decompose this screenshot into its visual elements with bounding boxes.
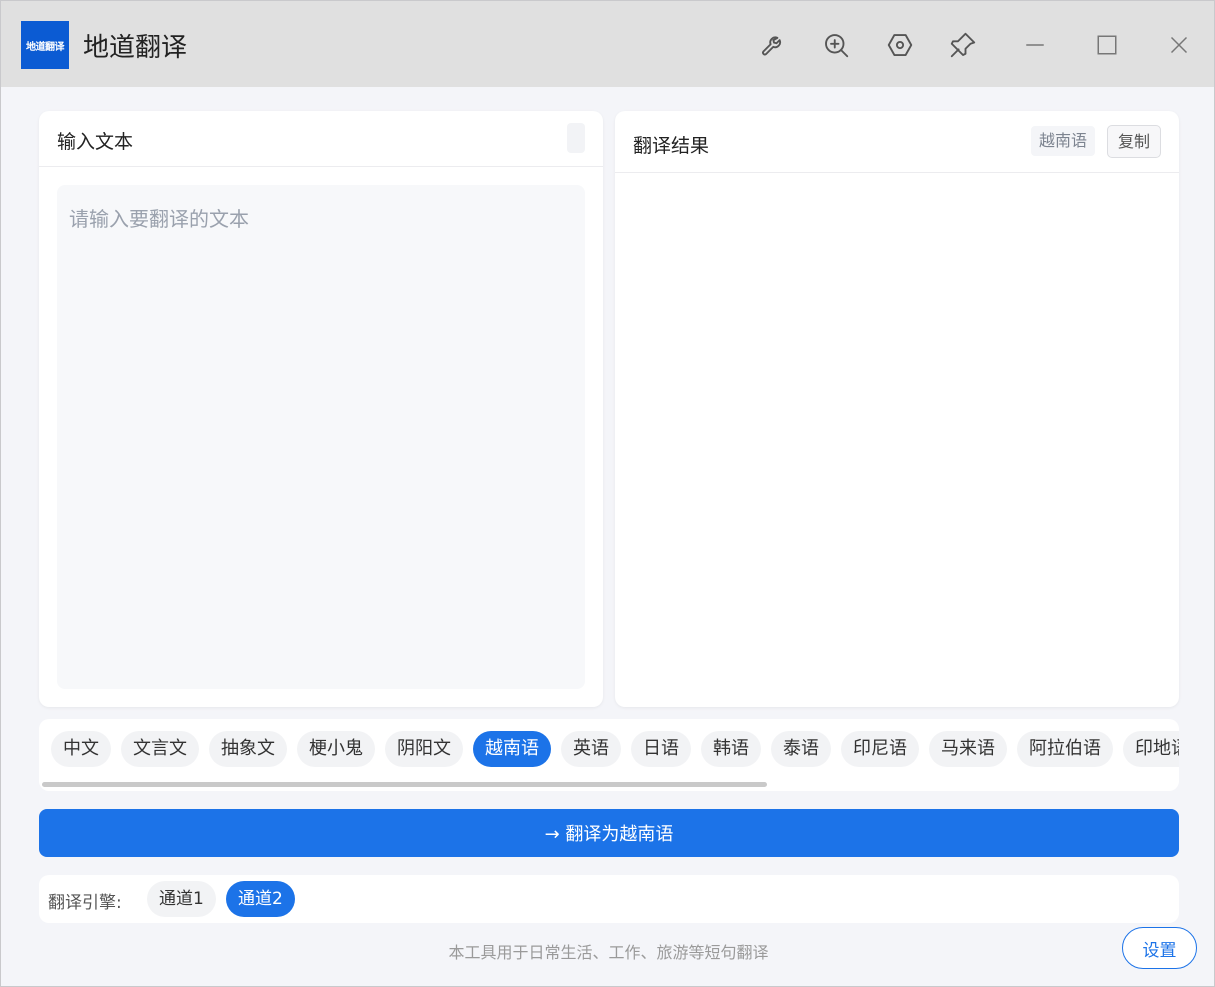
close-icon[interactable] (1161, 27, 1197, 63)
pin-icon[interactable] (945, 27, 981, 63)
language-chip[interactable]: 梗小鬼 (297, 731, 375, 767)
source-text-placeholder: 请输入要翻译的文本 (69, 207, 249, 231)
language-chip[interactable]: 日语 (631, 731, 691, 767)
language-chip[interactable]: 印尼语 (841, 731, 919, 767)
engine-option-1[interactable]: 通道1 (147, 881, 216, 917)
source-text-input[interactable]: 请输入要翻译的文本 (57, 185, 585, 689)
engine-label: 翻译引擎: (48, 893, 122, 913)
engine-option-2[interactable]: 通道2 (226, 881, 295, 917)
title-bar[interactable]: 地道翻译 地道翻译 (1, 1, 1214, 87)
language-selector: 中文文言文抽象文梗小鬼阴阳文越南语英语日语韩语泰语印尼语马来语阿拉伯语印地语 (39, 719, 1179, 791)
language-chip[interactable]: 印地语 (1123, 731, 1179, 767)
copy-button[interactable]: 复制 (1106, 125, 1161, 158)
language-chip[interactable]: 韩语 (701, 731, 761, 767)
language-chip[interactable]: 阿拉伯语 (1017, 731, 1113, 767)
app-title: 地道翻译 (83, 33, 188, 63)
minimize-icon[interactable] (1017, 27, 1053, 63)
output-panel-title: 翻译结果 (633, 135, 710, 157)
input-clear-button[interactable] (567, 123, 585, 153)
language-chip-list: 中文文言文抽象文梗小鬼阴阳文越南语英语日语韩语泰语印尼语马来语阿拉伯语印地语 (51, 731, 1179, 767)
language-chip[interactable]: 文言文 (121, 731, 199, 767)
input-panel-header: 输入文本 (39, 111, 603, 167)
engine-bar: 翻译引擎: 通道1 通道2 (39, 875, 1179, 923)
language-chip[interactable]: 英语 (561, 731, 621, 767)
translate-button[interactable]: → 翻译为越南语 (39, 809, 1179, 857)
output-panel: 翻译结果 越南语 复制 (615, 111, 1179, 707)
footer-text: 本工具用于日常生活、工作、旅游等短句翻译 (448, 943, 769, 962)
output-panel-header: 翻译结果 越南语 复制 (615, 111, 1179, 173)
app-window: 地道翻译 地道翻译 输入文本 请输入要翻译的文本 翻译结果 越南语 复制 中文 … (0, 0, 1215, 987)
language-chip[interactable]: 中文 (51, 731, 111, 767)
settings-button[interactable]: 设置 (1122, 927, 1197, 969)
language-scrollbar[interactable] (42, 782, 767, 787)
language-chip[interactable]: 泰语 (771, 731, 831, 767)
language-chip[interactable]: 阴阳文 (385, 731, 463, 767)
language-chip[interactable]: 马来语 (929, 731, 1007, 767)
language-chip[interactable]: 越南语 (473, 731, 551, 767)
maximize-icon[interactable] (1089, 27, 1125, 63)
translation-result-area (615, 173, 1179, 707)
hexagon-settings-icon[interactable] (882, 27, 918, 63)
zoom-in-icon[interactable] (818, 27, 854, 63)
input-panel: 输入文本 请输入要翻译的文本 (39, 111, 603, 707)
input-panel-title: 输入文本 (57, 131, 134, 153)
wrench-icon[interactable] (756, 27, 792, 63)
language-chip[interactable]: 抽象文 (209, 731, 287, 767)
target-language-badge: 越南语 (1030, 126, 1095, 156)
app-logo: 地道翻译 (21, 21, 69, 69)
